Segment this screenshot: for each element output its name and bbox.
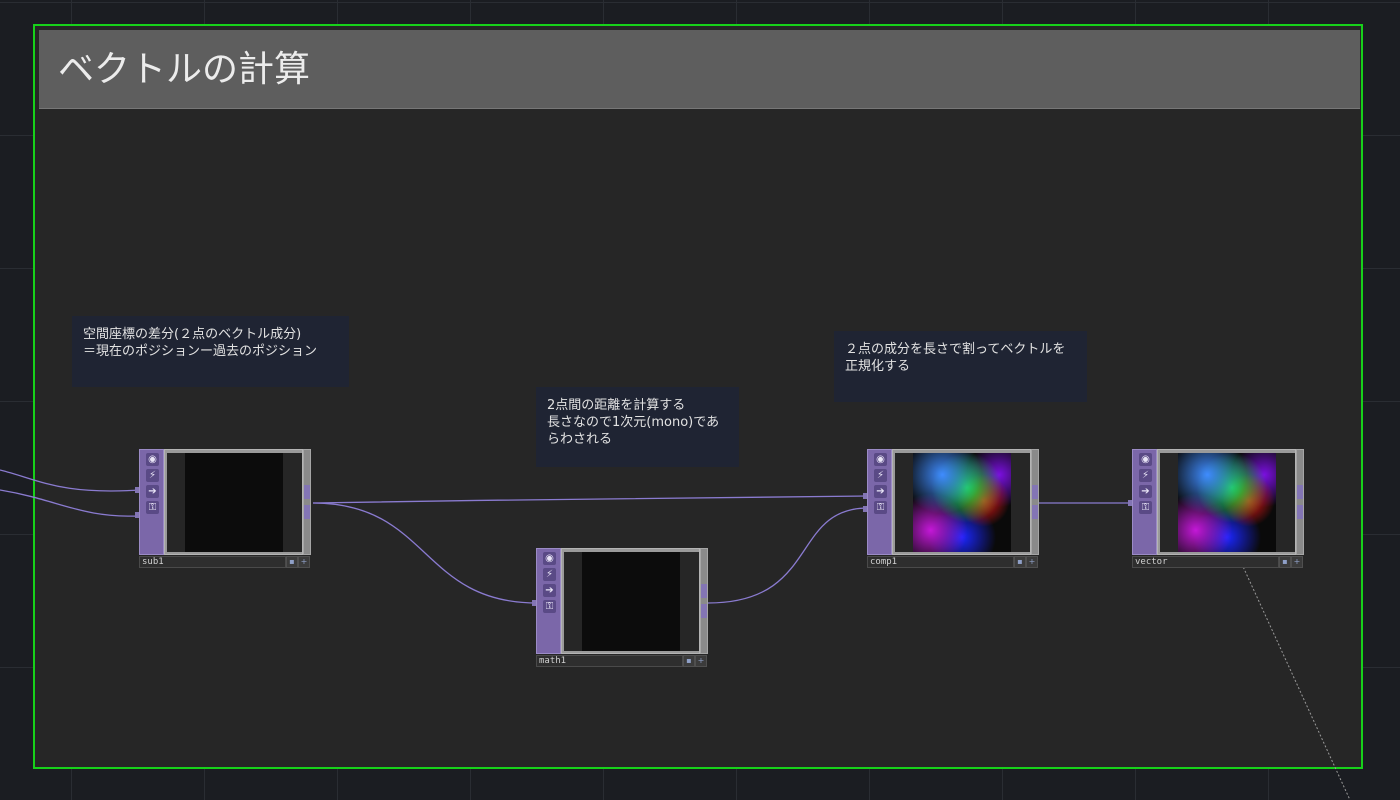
node-name-label[interactable]: vector bbox=[1132, 556, 1279, 568]
node-add-icon[interactable]: + bbox=[298, 556, 310, 568]
node-math1[interactable]: ◉ ⚡ ➔ ⚿ math1 ▪ + bbox=[532, 548, 709, 668]
lock-icon[interactable]: ⚿ bbox=[146, 501, 159, 514]
comment-distance[interactable]: 2点間の距離を計算する 長さなので1次元(mono)であ らわされる bbox=[536, 387, 739, 467]
export-arrow-icon[interactable]: ➔ bbox=[874, 485, 887, 498]
preview-image bbox=[564, 552, 699, 651]
node-name-label[interactable]: sub1 bbox=[139, 556, 286, 568]
node-viewer[interactable] bbox=[561, 548, 700, 654]
node-flag-strip: ◉ ⚡ ➔ ⚿ bbox=[139, 449, 164, 555]
node-vector[interactable]: ◉ ⚡ ➔ ⚿ vector ▪ + bbox=[1128, 449, 1305, 569]
viewer-icon[interactable]: ◉ bbox=[874, 453, 887, 466]
lock-icon[interactable]: ⚿ bbox=[1139, 501, 1152, 514]
comment-spatial-difference[interactable]: 空間座標の差分(２点のベクトル成分) ＝現在のポジションー過去のポジション bbox=[72, 316, 349, 387]
output-strip bbox=[700, 548, 708, 654]
node-comp1[interactable]: ◉ ⚡ ➔ ⚿ comp1 ▪ + bbox=[863, 449, 1040, 569]
export-arrow-icon[interactable]: ➔ bbox=[1139, 485, 1152, 498]
node-add-icon[interactable]: + bbox=[695, 655, 707, 667]
node-info-icon[interactable]: ▪ bbox=[1279, 556, 1291, 568]
lock-icon[interactable]: ⚿ bbox=[543, 600, 556, 613]
bypass-icon[interactable]: ⚡ bbox=[146, 469, 159, 482]
node-viewer[interactable] bbox=[164, 449, 303, 555]
bypass-icon[interactable]: ⚡ bbox=[1139, 469, 1152, 482]
lock-icon[interactable]: ⚿ bbox=[874, 501, 887, 514]
node-sub1[interactable]: ◉ ⚡ ➔ ⚿ sub1 ▪ + bbox=[135, 449, 312, 569]
export-arrow-icon[interactable]: ➔ bbox=[146, 485, 159, 498]
bypass-icon[interactable]: ⚡ bbox=[543, 568, 556, 581]
bypass-icon[interactable]: ⚡ bbox=[874, 469, 887, 482]
node-flag-strip: ◉ ⚡ ➔ ⚿ bbox=[536, 548, 561, 654]
output-connector[interactable] bbox=[1297, 505, 1303, 519]
node-viewer[interactable] bbox=[1157, 449, 1296, 555]
output-connector[interactable] bbox=[1032, 485, 1038, 499]
output-connector[interactable] bbox=[701, 584, 707, 598]
output-strip bbox=[1031, 449, 1039, 555]
node-info-icon[interactable]: ▪ bbox=[683, 655, 695, 667]
node-info-icon[interactable]: ▪ bbox=[1014, 556, 1026, 568]
comment-normalize[interactable]: ２点の成分を長さで割ってベクトルを 正規化する bbox=[834, 331, 1087, 402]
export-arrow-icon[interactable]: ➔ bbox=[543, 584, 556, 597]
output-connector[interactable] bbox=[1297, 485, 1303, 499]
node-viewer[interactable] bbox=[892, 449, 1031, 555]
preview-image bbox=[895, 453, 1030, 552]
node-name-label[interactable]: math1 bbox=[536, 655, 683, 667]
node-flag-strip: ◉ ⚡ ➔ ⚿ bbox=[1132, 449, 1157, 555]
output-connector[interactable] bbox=[304, 485, 310, 499]
viewer-icon[interactable]: ◉ bbox=[543, 552, 556, 565]
output-connector[interactable] bbox=[701, 604, 707, 618]
node-add-icon[interactable]: + bbox=[1026, 556, 1038, 568]
node-add-icon[interactable]: + bbox=[1291, 556, 1303, 568]
node-flag-strip: ◉ ⚡ ➔ ⚿ bbox=[867, 449, 892, 555]
output-connector[interactable] bbox=[304, 505, 310, 519]
output-strip bbox=[303, 449, 311, 555]
node-info-icon[interactable]: ▪ bbox=[286, 556, 298, 568]
node-name-label[interactable]: comp1 bbox=[867, 556, 1014, 568]
preview-image bbox=[1160, 453, 1295, 552]
annotation-title: ベクトルの計算 bbox=[58, 49, 311, 90]
viewer-icon[interactable]: ◉ bbox=[1139, 453, 1152, 466]
output-strip bbox=[1296, 449, 1304, 555]
preview-image bbox=[167, 453, 302, 552]
output-connector[interactable] bbox=[1032, 505, 1038, 519]
viewer-icon[interactable]: ◉ bbox=[146, 453, 159, 466]
